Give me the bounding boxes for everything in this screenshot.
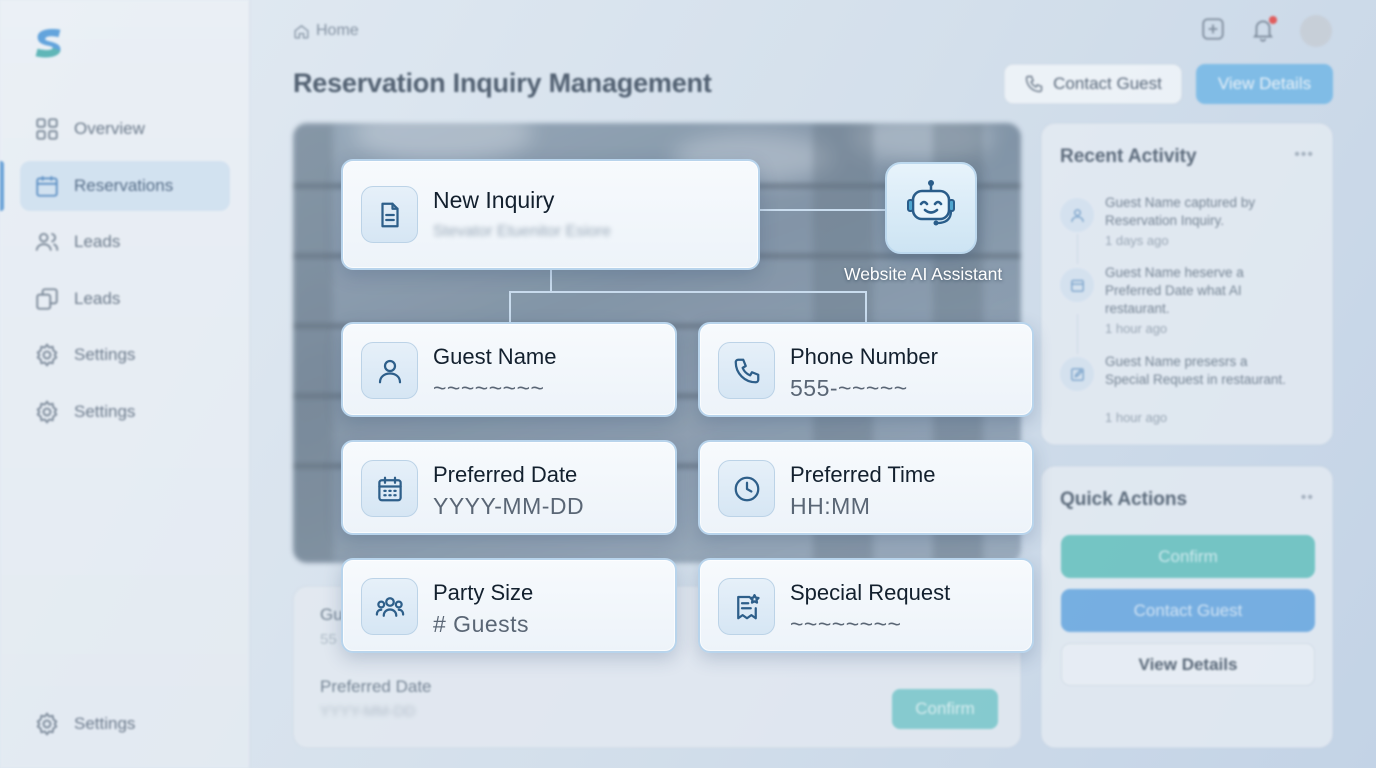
calendar-icon	[1060, 268, 1094, 302]
robot-icon	[907, 180, 955, 226]
group-icon	[361, 578, 418, 635]
field-value: # Guests	[433, 611, 530, 637]
page-title: Reservation Inquiry Management	[293, 68, 712, 98]
quick-contact-guest-button[interactable]: Contact Guest	[1061, 589, 1315, 632]
ai-assistant-avatar[interactable]	[885, 162, 977, 254]
calendar-icon	[361, 460, 418, 517]
form-field-value: YYYY-MM-DD	[320, 703, 416, 720]
recent-activity-title: Recent Activity	[1060, 146, 1197, 167]
field-value: 555-~~~~~	[790, 375, 908, 401]
copy-icon	[36, 288, 58, 310]
user-icon	[361, 342, 418, 399]
user-icon	[1060, 198, 1094, 232]
contact-guest-label: Contact Guest	[1053, 74, 1162, 93]
clock-icon	[718, 460, 775, 517]
field-value: HH:MM	[790, 493, 871, 519]
field-label: Preferred Date	[433, 462, 578, 487]
gear-icon	[36, 343, 58, 367]
connector-line	[760, 209, 887, 211]
grid-icon	[36, 118, 58, 140]
connector-line	[509, 291, 511, 323]
sidebar-item-leads-2[interactable]: Leads	[20, 274, 230, 324]
phone-icon	[718, 342, 775, 399]
form-field-value: 55	[320, 631, 337, 648]
active-nav-indicator	[0, 161, 4, 211]
preferred-date-card[interactable]: Preferred Date YYYY-MM-DD	[341, 440, 677, 535]
field-value: ~~~~~~~~	[433, 375, 545, 401]
confirm-button[interactable]: Confirm	[892, 689, 998, 729]
party-size-card[interactable]: Party Size # Guests	[341, 558, 677, 653]
more-options-icon[interactable]: •••	[1294, 146, 1314, 164]
ai-assistant-label: Website AI Assistant	[844, 264, 1003, 284]
field-label: Party Size	[433, 580, 534, 605]
activity-text: Guest Name captured by Reservation Inqui…	[1105, 195, 1256, 228]
edit-icon	[1060, 357, 1094, 391]
field-value: ~~~~~~~~	[790, 611, 902, 637]
add-button[interactable]	[1200, 16, 1228, 44]
gear-icon	[36, 400, 58, 424]
sidebar-item-label: Reservations	[74, 176, 174, 195]
sidebar-item-settings-2[interactable]: Settings	[20, 387, 230, 437]
sidebar-item-label: Settings	[74, 402, 136, 421]
contact-guest-button[interactable]: Contact Guest	[1004, 64, 1182, 104]
field-label: Guest Name	[433, 344, 557, 369]
new-inquiry-subtitle: Stevator Etuenitor Esiore	[433, 223, 611, 240]
sidebar: Overview Reservations Leads Leads Settin…	[0, 0, 250, 768]
preferred-time-card[interactable]: Preferred Time HH:MM	[698, 440, 1034, 535]
sidebar-item-overview[interactable]: Overview	[20, 104, 230, 154]
quick-actions-card: Quick Actions •• Confirm Contact Guest V…	[1041, 466, 1333, 748]
recent-activity-card: Recent Activity ••• Guest Name captured …	[1041, 123, 1333, 445]
activity-time: 1 hour ago	[1105, 410, 1168, 425]
document-icon	[361, 186, 418, 243]
connector-line	[865, 291, 867, 323]
connector-line	[550, 270, 552, 292]
gear-icon	[36, 712, 58, 736]
field-label: Special Request	[790, 580, 951, 605]
field-label: Phone Number	[790, 344, 938, 369]
activity-text: Guest Name presesrs a Special Request in…	[1105, 354, 1286, 387]
notifications-button[interactable]	[1250, 16, 1278, 44]
special-request-card[interactable]: Special Request ~~~~~~~~	[698, 558, 1034, 653]
sidebar-item-settings-bottom[interactable]: Settings	[20, 699, 230, 749]
field-label: Preferred Time	[790, 462, 936, 487]
new-inquiry-title: New Inquiry	[433, 187, 555, 213]
brand-logo	[35, 29, 61, 58]
sidebar-item-label: Settings	[74, 345, 136, 364]
users-icon	[35, 232, 59, 251]
quick-confirm-button[interactable]: Confirm	[1061, 535, 1315, 578]
sidebar-item-label: Leads	[74, 232, 121, 251]
breadcrumb-home: Home	[316, 22, 359, 39]
activity-time: 1 days ago	[1105, 233, 1169, 248]
activity-time: 1 hour ago	[1105, 321, 1168, 336]
connector-line	[509, 291, 867, 293]
sidebar-item-label: Overview	[74, 119, 145, 138]
sidebar-item-leads[interactable]: Leads	[20, 217, 230, 267]
timeline-line	[1077, 314, 1078, 354]
sidebar-item-reservations[interactable]: Reservations	[20, 161, 230, 211]
more-options-icon[interactable]: ••	[1301, 489, 1314, 507]
avatar[interactable]	[1300, 15, 1332, 47]
view-details-button[interactable]: View Details	[1196, 64, 1333, 104]
form-field-label: Preferred Date	[320, 677, 432, 696]
notification-dot	[1269, 16, 1277, 24]
quick-actions-title: Quick Actions	[1060, 489, 1188, 510]
phone-icon	[1025, 75, 1043, 93]
quick-view-details-button[interactable]: View Details	[1061, 643, 1315, 686]
plus-square-icon	[1202, 18, 1224, 40]
field-value: YYYY-MM-DD	[433, 493, 585, 519]
star-note-icon	[718, 578, 775, 635]
guest-name-card[interactable]: Guest Name ~~~~~~~~	[341, 322, 677, 417]
home-icon	[294, 24, 309, 39]
sidebar-item-label: Leads	[74, 289, 121, 308]
sidebar-item-label: Settings	[74, 714, 136, 733]
phone-number-card[interactable]: Phone Number 555-~~~~~	[698, 322, 1034, 417]
sidebar-item-settings[interactable]: Settings	[20, 330, 230, 380]
breadcrumb[interactable]: Home	[293, 22, 359, 40]
activity-text: Guest Name heserve a Preferred Date what…	[1105, 265, 1244, 316]
timeline-line	[1077, 234, 1078, 264]
new-inquiry-card[interactable]: New Inquiry Stevator Etuenitor Esiore	[341, 159, 760, 270]
calendar-icon	[36, 176, 58, 197]
form-field-label: Gu	[320, 605, 343, 624]
